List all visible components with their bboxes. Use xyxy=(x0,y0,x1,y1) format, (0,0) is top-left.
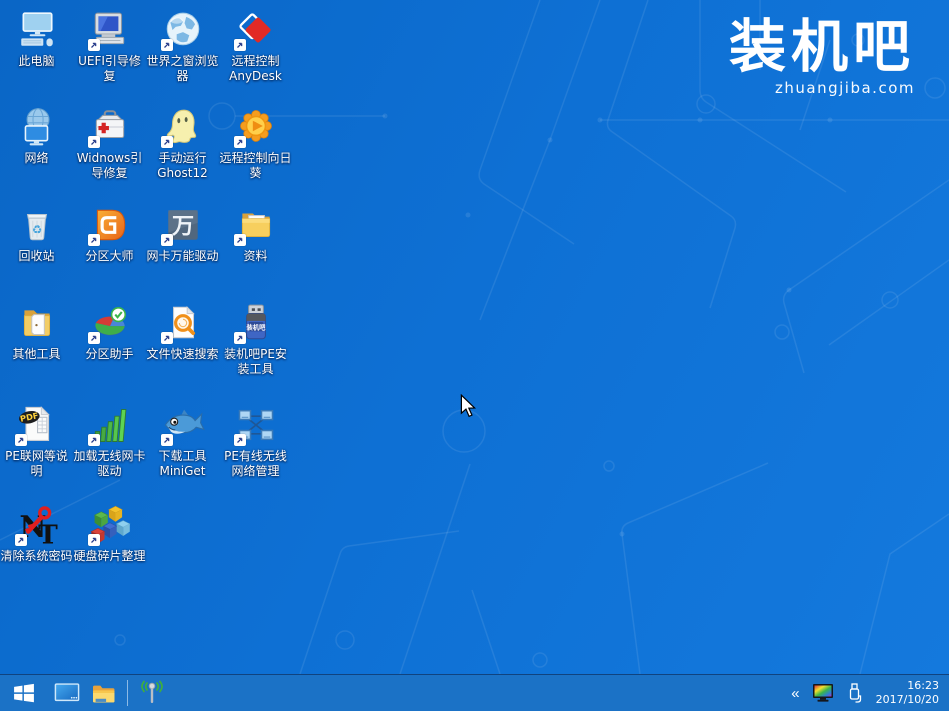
desktop-icon-label: PE有线无线网络管理 xyxy=(219,449,292,478)
desktop-icon-disk-defrag[interactable]: 硬盘碎片整理 xyxy=(73,501,146,597)
wireless-antenna-icon xyxy=(138,680,166,706)
shortcut-arrow-overlay-icon xyxy=(88,136,100,148)
desktop-icon-partition-master[interactable]: 分区大师 xyxy=(73,201,146,299)
desktop-icon-label: 远程控制AnyDesk xyxy=(219,54,292,83)
taskbar-clock[interactable]: 16:23 2017/10/20 xyxy=(870,679,949,708)
desktop-icon-grid: 此电脑 UEFI引导修复 世界之窗浏览器 xyxy=(0,6,292,597)
desktop-icon-wireless-driver[interactable]: 加载无线网卡驱动 xyxy=(73,401,146,501)
desktop-icon-label: 资料 xyxy=(243,249,267,264)
taskbar: « 16:23 2017/10/20 xyxy=(0,674,949,711)
desktop-icon-zhuangjiba-pe-installer[interactable]: 装机吧 装机吧PE安装工具 xyxy=(219,299,292,401)
shortcut-arrow-overlay-icon xyxy=(15,534,27,546)
shortcut-arrow-overlay-icon xyxy=(88,534,100,546)
shortcut-arrow-overlay-icon xyxy=(88,39,100,51)
desktop-icon-label: 文件快速搜索 xyxy=(146,347,218,362)
shortcut-arrow-overlay-icon xyxy=(88,332,100,344)
desktop-icon-label: 分区大师 xyxy=(85,249,133,264)
brand-logo: 装机吧 zhuangjiba.com xyxy=(729,18,915,97)
start-button[interactable] xyxy=(0,675,48,711)
desktop-icon-label: 网卡万能驱动 xyxy=(146,249,218,264)
desktop-icon-label: 其他工具 xyxy=(12,347,60,362)
desktop-icon-windows-boot-repair[interactable]: Widnows引导修复 xyxy=(73,103,146,201)
desktop-monitor-icon xyxy=(54,683,80,703)
svg-text:装机吧: 装机吧 xyxy=(245,322,266,331)
shortcut-arrow-overlay-icon xyxy=(234,39,246,51)
display-color-monitor-icon xyxy=(812,683,834,703)
desktop-icon-label: 此电脑 xyxy=(18,54,54,69)
desktop-icon-sunflower-remote[interactable]: 远程控制向日葵 xyxy=(219,103,292,201)
desktop-icon-this-pc[interactable]: 此电脑 xyxy=(0,6,73,103)
wireless-network-button[interactable] xyxy=(133,675,170,711)
shortcut-arrow-overlay-icon xyxy=(234,434,246,446)
desktop-icon-label: 硬盘碎片整理 xyxy=(73,549,145,564)
desktop-icon-label: 回收站 xyxy=(18,249,54,264)
svg-text:♻: ♻ xyxy=(31,222,41,236)
desktop-icon-anydesk[interactable]: 远程控制AnyDesk xyxy=(219,6,292,103)
file-explorer-folder-icon xyxy=(91,682,117,704)
desktop-icon-label: 下载工具MiniGet xyxy=(146,449,219,478)
shortcut-arrow-overlay-icon xyxy=(88,434,100,446)
desktop-icon-label: PE联网等说明 xyxy=(0,449,73,478)
desktop-icon-world-window-browser[interactable]: 世界之窗浏览器 xyxy=(146,6,219,103)
brand-logo-domain: zhuangjiba.com xyxy=(729,79,915,97)
shortcut-arrow-overlay-icon xyxy=(161,332,173,344)
brand-logo-text: 装机吧 xyxy=(729,18,915,78)
desktop-icon-label: 装机吧PE安装工具 xyxy=(219,347,292,376)
usb-plug-icon xyxy=(846,682,864,704)
desktop-icon-label: 远程控制向日葵 xyxy=(219,151,292,180)
clock-time: 16:23 xyxy=(876,679,939,693)
display-settings-tray-icon[interactable] xyxy=(806,675,840,711)
usb-device-tray-icon[interactable] xyxy=(840,675,870,711)
clock-date: 2017/10/20 xyxy=(876,693,939,707)
network-icon xyxy=(16,106,58,148)
desktop-icon-universal-nic-driver[interactable]: 万 网卡万能驱动 xyxy=(146,201,219,299)
taskbar-separator xyxy=(127,680,128,706)
shortcut-arrow-overlay-icon xyxy=(234,136,246,148)
shortcut-arrow-overlay-icon xyxy=(161,434,173,446)
this-pc-icon xyxy=(16,9,58,51)
desktop-icon-label: 网络 xyxy=(24,151,48,166)
desktop-icon-pe-network-manager[interactable]: PE有线无线网络管理 xyxy=(219,401,292,501)
desktop-icon-label: 世界之窗浏览器 xyxy=(146,54,219,83)
svg-text:T: T xyxy=(38,520,58,547)
desktop-wallpaper: 装机吧 zhuangjiba.com 此电脑 U xyxy=(0,0,949,674)
shortcut-arrow-overlay-icon xyxy=(234,234,246,246)
shortcut-arrow-overlay-icon xyxy=(161,234,173,246)
desktop-icon-label: 手动运行Ghost12 xyxy=(146,151,219,180)
shortcut-arrow-overlay-icon xyxy=(15,434,27,446)
desktop-icon-clear-password[interactable]: N T 清除系统密码 xyxy=(0,501,73,597)
desktop-icon-label: 加载无线网卡驱动 xyxy=(73,449,146,478)
other-tools-folder-icon xyxy=(16,302,58,344)
desktop-icon-network[interactable]: 网络 xyxy=(0,103,73,201)
shortcut-arrow-overlay-icon xyxy=(161,136,173,148)
shortcut-arrow-overlay-icon xyxy=(161,39,173,51)
desktop-icon-miniget[interactable]: 下载工具MiniGet xyxy=(146,401,219,501)
desktop-icon-other-tools[interactable]: 其他工具 xyxy=(0,299,73,401)
desktop-icon-documents-folder[interactable]: 资料 xyxy=(219,201,292,299)
desktop-icon-pe-network-readme[interactable]: PDF PE联网等说明 xyxy=(0,401,73,501)
recycle-bin-icon: ♻ xyxy=(16,204,58,246)
windows-logo-icon xyxy=(12,681,36,705)
shortcut-arrow-overlay-icon xyxy=(88,234,100,246)
desktop-icon-partition-assistant[interactable]: 分区助手 xyxy=(73,299,146,401)
tray-expand-button[interactable]: « xyxy=(785,675,805,711)
desktop-icon-label: 分区助手 xyxy=(85,347,133,362)
shortcut-arrow-overlay-icon xyxy=(234,332,246,344)
mouse-cursor xyxy=(457,394,479,418)
svg-text:万: 万 xyxy=(170,214,193,239)
desktop-icon-uefi-boot-repair[interactable]: UEFI引导修复 xyxy=(73,6,146,103)
desktop-icon-recycle-bin[interactable]: ♻ 回收站 xyxy=(0,201,73,299)
desktop-icon-file-search[interactable]: 文件快速搜索 xyxy=(146,299,219,401)
desktop-icon-ghost12[interactable]: 手动运行Ghost12 xyxy=(146,103,219,201)
show-desktop-button[interactable] xyxy=(48,675,85,711)
file-explorer-button[interactable] xyxy=(85,675,122,711)
desktop-icon-label: UEFI引导修复 xyxy=(73,54,146,83)
desktop-icon-label: Widnows引导修复 xyxy=(73,151,146,180)
desktop-icon-label: 清除系统密码 xyxy=(0,549,72,564)
